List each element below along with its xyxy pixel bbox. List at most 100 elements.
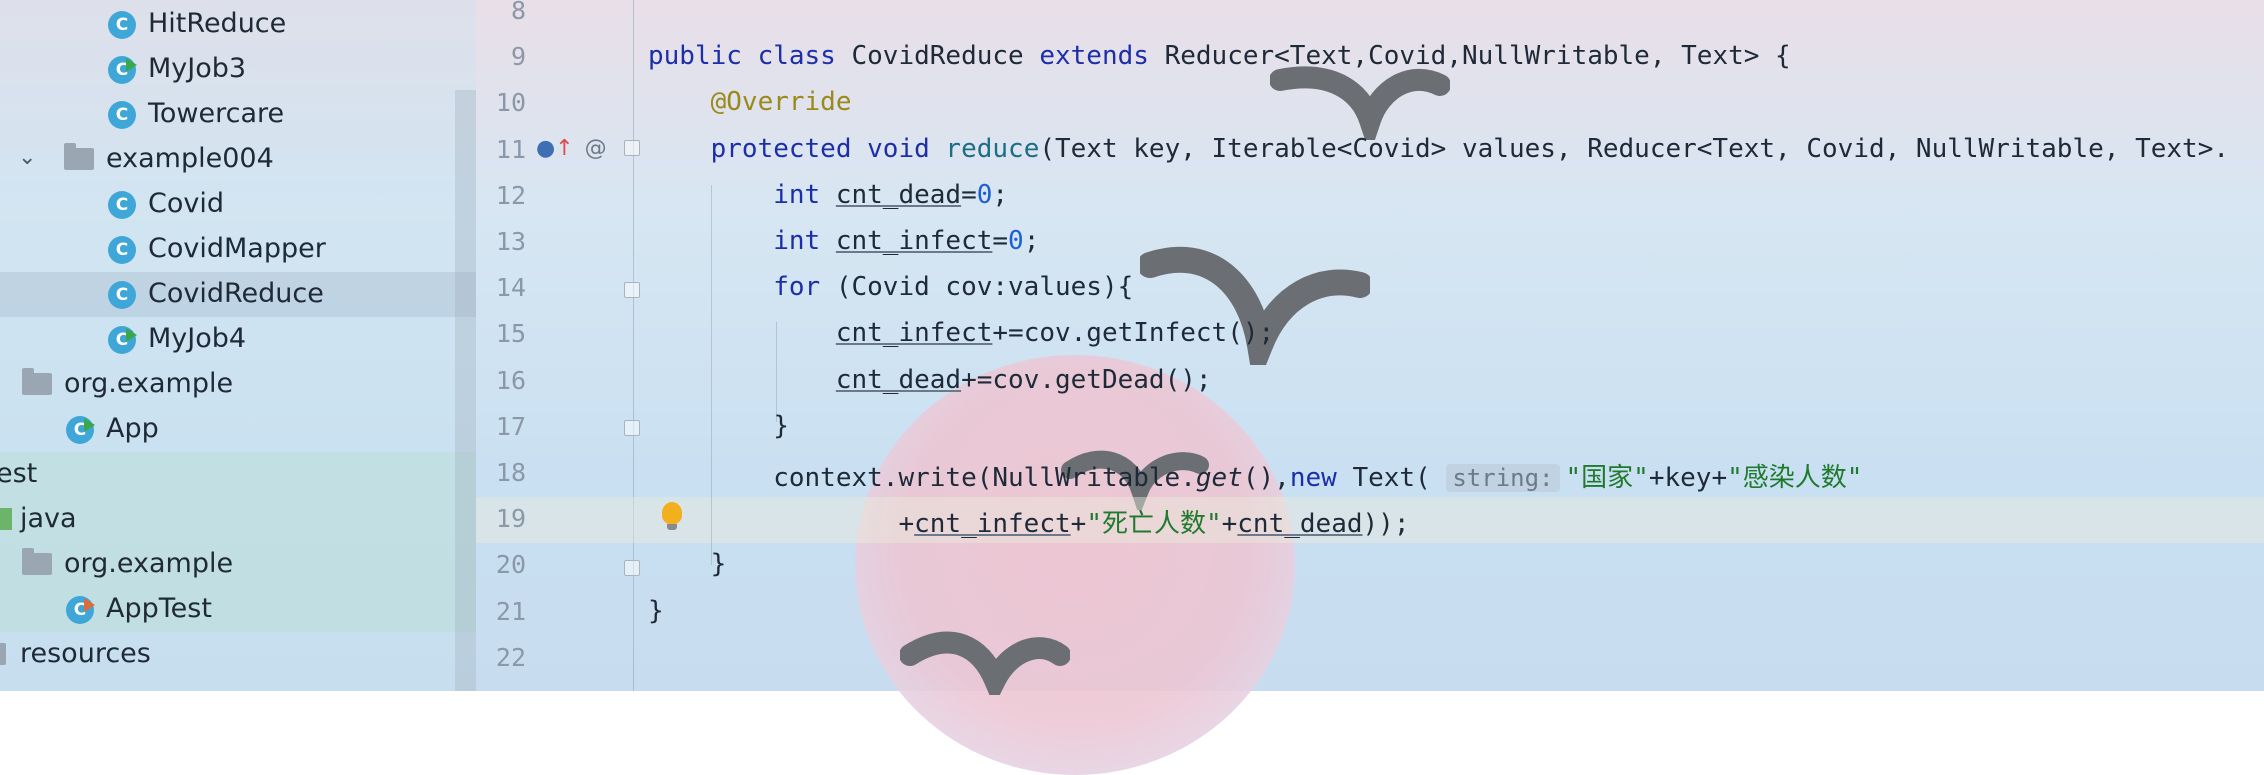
code-line[interactable]: 10 @Override <box>476 81 2264 127</box>
tree-item-label: example004 <box>106 143 274 174</box>
indent-guide <box>776 322 777 422</box>
tree-item-resources[interactable]: resources <box>0 632 476 677</box>
test-class-icon: C <box>66 596 95 624</box>
code-line[interactable]: 12 int cnt_dead=0; <box>476 174 2264 220</box>
code-line[interactable]: 17 } <box>476 405 2264 451</box>
tree-item-covidmapper[interactable]: C CovidMapper <box>0 227 476 272</box>
class-icon: C <box>108 191 136 219</box>
tree-item-label: resources <box>20 638 151 669</box>
tree-item-label: MyJob3 <box>148 53 247 84</box>
line-number: 15 <box>495 319 526 349</box>
code-line[interactable]: 15 cnt_infect+=cov.getInfect(); <box>476 312 2264 358</box>
tree-item-hitreduce[interactable]: C HitReduce <box>0 2 476 47</box>
class-icon: C <box>108 236 136 264</box>
code-text: +cnt_infect+"死亡人数"+cnt_dead)); <box>648 509 1410 540</box>
tree-item-apptest[interactable]: C AppTest <box>0 587 476 632</box>
code-text: } <box>648 410 789 441</box>
class-icon: C <box>108 101 136 129</box>
runnable-class-icon: C <box>108 56 137 84</box>
code-text: cnt_infect+=cov.getInfect(); <box>835 318 1275 349</box>
code-text: @Override <box>648 87 852 118</box>
tree-item-org-example-test[interactable]: org.example <box>0 542 476 587</box>
code-line[interactable]: 18 context.write(NullWritable.get(),new … <box>476 451 2264 497</box>
tree-item-label: est <box>0 458 38 489</box>
code-line[interactable]: 20 } <box>476 543 2264 589</box>
code-text: int cnt_infect=0; <box>648 226 1040 256</box>
tree-item-label: Towercare <box>148 98 285 129</box>
fold-marker-icon[interactable] <box>624 282 640 298</box>
line-number: 13 <box>495 227 526 256</box>
tree-item-example004[interactable]: ⌄ example004 <box>0 137 476 182</box>
tree-item-label: Covid <box>148 188 224 219</box>
tree-item-label: org.example <box>64 368 234 399</box>
implements-method-icon[interactable]: ●↑ <box>536 136 574 161</box>
tree-item-org-example[interactable]: org.example <box>0 362 476 407</box>
line-number: 12 <box>495 180 526 210</box>
tree-item-label: org.example <box>64 548 234 579</box>
tree-item-test[interactable]: est <box>0 452 476 497</box>
tree-item-label: CovidReduce <box>148 278 324 309</box>
code-line[interactable]: 14 for (Covid cov:values){ <box>476 266 2264 312</box>
line-number: 20 <box>495 550 526 580</box>
package-folder-icon <box>22 548 52 575</box>
lightbulb-icon[interactable] <box>662 502 682 530</box>
code-line[interactable]: 16 cnt_dead+=cov.getDead(); <box>476 359 2264 405</box>
package-folder-icon <box>22 368 52 395</box>
chevron-down-icon[interactable]: ⌄ <box>18 145 36 170</box>
line-number: 19 <box>495 504 526 534</box>
tree-item-label: HitReduce <box>148 8 287 39</box>
code-line[interactable]: 21} <box>476 590 2264 636</box>
class-icon: C <box>108 281 136 309</box>
tree-item-covidreduce[interactable]: C CovidReduce <box>0 272 476 317</box>
code-text: protected void reduce(Text key, Iterable… <box>648 133 2229 164</box>
project-tree: C HitReduce C MyJob3 C Towercare ⌄ examp… <box>0 0 476 691</box>
code-text: int cnt_dead=0; <box>648 179 1009 210</box>
code-line[interactable]: 11 protected void reduce(Text key, Itera… <box>476 128 2264 174</box>
class-icon: C <box>108 11 136 39</box>
code-text: context.write(NullWritable.get(),new Tex… <box>648 463 1863 493</box>
code-editor[interactable]: 8 9 public class CovidReduce extends Reduc… <box>476 0 2264 691</box>
source-folder-icon <box>0 508 12 530</box>
line-number: 22 <box>495 642 526 672</box>
line-number: 14 <box>495 273 526 303</box>
tree-item-covid[interactable]: C Covid <box>0 182 476 227</box>
line-number: 10 <box>495 88 526 118</box>
annotation-at-icon[interactable]: @ <box>585 136 607 161</box>
tree-item-label: MyJob4 <box>148 323 247 354</box>
runnable-class-icon: C <box>108 326 137 354</box>
code-text: cnt_dead+=cov.getDead(); <box>835 364 1212 395</box>
code-line[interactable]: 22 <box>476 636 2264 682</box>
runnable-class-icon: C <box>66 416 95 444</box>
tree-item-app[interactable]: C App <box>0 407 476 452</box>
fold-marker-icon[interactable] <box>624 560 640 576</box>
tree-item-myjob3[interactable]: C MyJob3 <box>0 47 476 92</box>
tree-item-towercare[interactable]: C Towercare <box>0 92 476 137</box>
code-line[interactable]: 9 public class CovidReduce extends Reduce… <box>476 35 2264 81</box>
code-text: public class CovidReduce extends Reducer… <box>648 41 1791 72</box>
package-folder-icon <box>64 143 94 170</box>
indent-guide <box>711 185 712 565</box>
line-number: 8 <box>510 0 526 25</box>
line-number: 17 <box>495 411 526 441</box>
tree-item-myjob4[interactable]: C MyJob4 <box>0 317 476 362</box>
override-gutter-icons[interactable]: ●↑ @ <box>536 136 607 161</box>
tree-scrollbar[interactable] <box>455 90 476 691</box>
tree-item-label: App <box>106 413 159 444</box>
code-text: for (Covid cov:values){ <box>648 272 1134 303</box>
code-text: } <box>648 549 727 580</box>
code-line[interactable]: 8 <box>476 0 2264 35</box>
line-number: 21 <box>495 596 526 626</box>
tree-item-java[interactable]: java <box>0 497 476 542</box>
folder-icon <box>0 643 6 665</box>
line-number: 16 <box>495 365 526 395</box>
line-number: 11 <box>495 134 526 164</box>
line-number: 18 <box>495 458 526 487</box>
fold-marker-icon[interactable] <box>624 140 640 156</box>
tree-item-label: java <box>20 503 77 534</box>
code-text: } <box>648 595 664 626</box>
code-line[interactable]: 19 +cnt_infect+"死亡人数"+cnt_dead)); <box>476 497 2264 544</box>
fold-marker-icon[interactable] <box>624 420 640 436</box>
line-number: 9 <box>510 42 526 72</box>
tree-item-label: CovidMapper <box>148 233 326 264</box>
code-line[interactable]: 13 int cnt_infect=0; <box>476 220 2264 266</box>
